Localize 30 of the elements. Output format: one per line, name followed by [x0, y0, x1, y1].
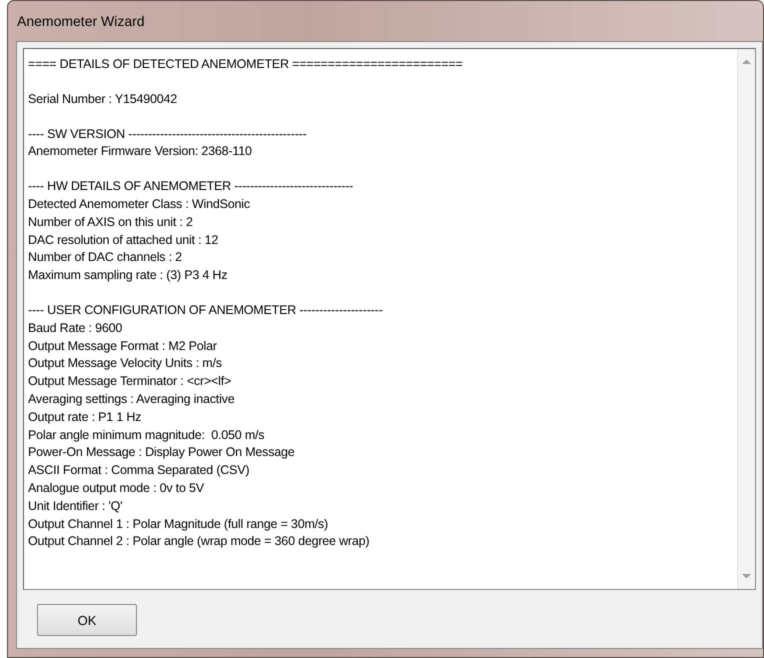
text-line: ASCII Format : Comma Separated (CSV) — [28, 462, 250, 480]
text-line: Anemometer Firmware Version: 2368-110 — [28, 143, 253, 160]
scroll-down-icon[interactable] — [742, 573, 751, 579]
text-line: Maximum sampling rate : (3) P3 4 Hz — [28, 267, 228, 284]
text-line: Output Channel 1 : Polar Magnitude (full range = 30m/s) — [28, 516, 329, 533]
text-area[interactable] — [23, 48, 756, 590]
text-line: Serial Number : Y15490042 — [28, 90, 178, 108]
text-line: Unit Identifier : 'Q' — [28, 498, 124, 515]
text-line: Number of AXIS on this unit : 2 — [28, 214, 194, 231]
text-line: Output Channel 2 : Polar angle (wrap mode = 360 degree wrap) — [28, 533, 370, 550]
text-line: Detected Anemometer Class : WindSonic — [28, 196, 251, 213]
text-line: ---- USER CONFIGURATION OF ANEMOMETER --------------------- — [28, 302, 384, 319]
ok-button[interactable]: OK — [37, 604, 137, 636]
text-line: DAC resolution of attached unit : 12 — [28, 232, 220, 249]
text-line: Baud Rate : 9600 — [28, 320, 124, 337]
window-title: Anemometer Wizard — [17, 13, 145, 29]
text-line: ---- HW DETAILS OF ANEMOMETER ------------------------------ — [28, 178, 354, 196]
text-line: Polar angle minimum magnitude: 0.050 m/s — [28, 426, 266, 444]
text-line: Number of DAC channels : 2 — [28, 249, 183, 266]
text-line: Averaging settings : Averaging inactive — [28, 390, 236, 408]
text-line: Analogue output mode : 0v to 5V — [28, 480, 205, 497]
text-line: Output Message Format : M2 Polar — [28, 338, 218, 355]
text-line: ---- SW VERSION --------------------------------------------- — [28, 126, 308, 143]
text-line: Power-On Message : Display Power On Message — [28, 444, 296, 462]
text-line: ==== DETAILS OF DETECTED ANEMOMETER ======================== — [28, 56, 464, 73]
scrollbar[interactable] — [737, 49, 755, 589]
text-line: Output rate : P1 1 Hz — [28, 408, 142, 426]
text-line: Output Message Velocity Units : m/s — [28, 355, 223, 372]
scroll-up-icon[interactable] — [742, 59, 751, 65]
text-line: Output Message Terminator : <cr><lf> — [28, 373, 232, 390]
